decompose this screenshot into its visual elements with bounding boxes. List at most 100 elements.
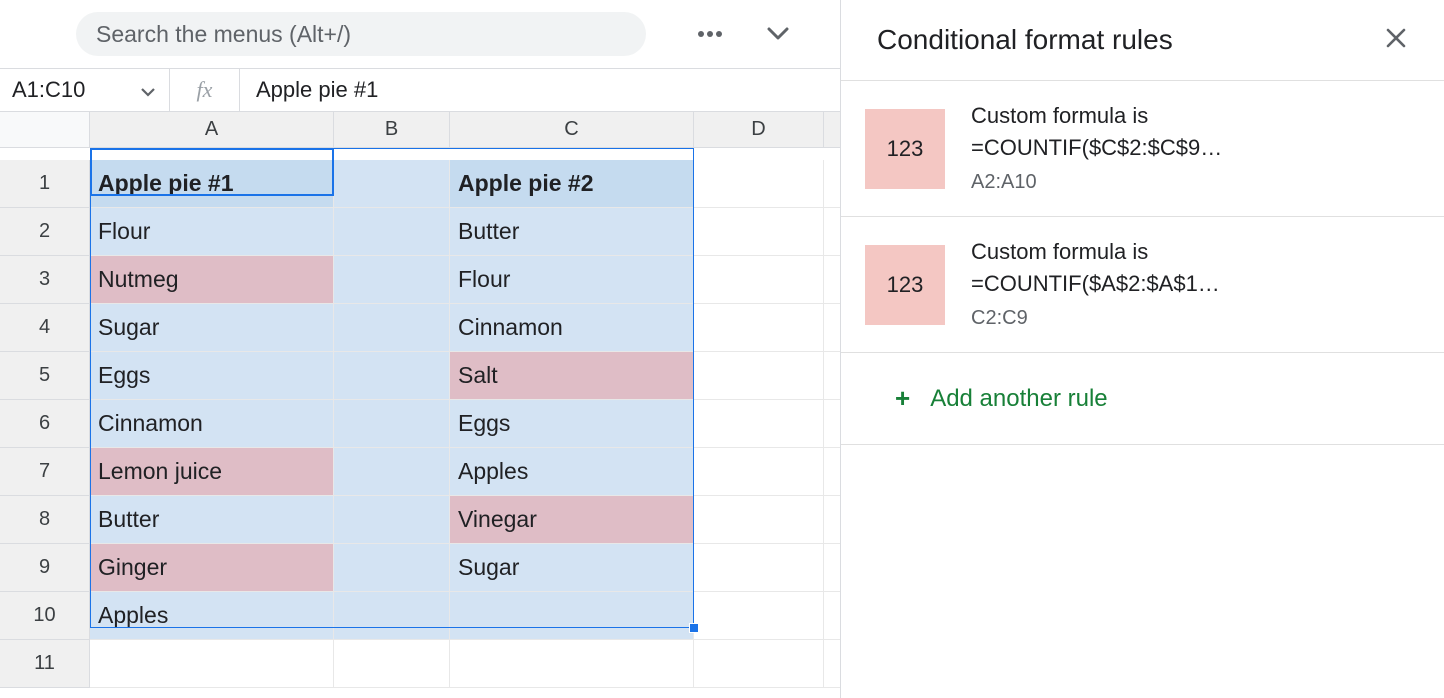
spreadsheet-grid[interactable]: A B C D 1 Apple pie #1 Apple pie #2 2 Fl…: [0, 112, 840, 688]
chevron-down-icon[interactable]: [764, 20, 792, 48]
cell-C9[interactable]: Sugar: [450, 544, 694, 592]
cell-D6[interactable]: [694, 400, 824, 448]
row-header-4[interactable]: 4: [0, 304, 90, 352]
name-box-value: A1:C10: [12, 77, 85, 103]
selection-fill-handle[interactable]: [689, 623, 699, 633]
cell-D1[interactable]: [694, 160, 824, 208]
cell-overflow: [824, 640, 840, 688]
cell-overflow: [824, 544, 840, 592]
cell-A4[interactable]: Sugar: [90, 304, 334, 352]
row-header-5[interactable]: 5: [0, 352, 90, 400]
cell-C5[interactable]: Salt: [450, 352, 694, 400]
cell-C1[interactable]: Apple pie #2: [450, 160, 694, 208]
cell-A5[interactable]: Eggs: [90, 352, 334, 400]
cell-overflow: [824, 496, 840, 544]
cell-B4[interactable]: [334, 304, 450, 352]
cell-overflow: [824, 256, 840, 304]
rule-condition-label: Custom formula is: [971, 239, 1220, 265]
cell-overflow: [824, 352, 840, 400]
cell-D3[interactable]: [694, 256, 824, 304]
rule-preview-swatch: 123: [865, 109, 945, 189]
cell-D11[interactable]: [694, 640, 824, 688]
name-box-chevron-icon[interactable]: [141, 77, 155, 103]
cell-overflow: [824, 304, 840, 352]
cell-A11[interactable]: [90, 640, 334, 688]
cell-overflow: [824, 400, 840, 448]
row-header-6[interactable]: 6: [0, 400, 90, 448]
add-rule-button[interactable]: + Add another rule: [841, 353, 1444, 445]
more-icon[interactable]: [696, 20, 724, 48]
row-header-2[interactable]: 2: [0, 208, 90, 256]
cell-C10[interactable]: [450, 592, 694, 640]
cell-D7[interactable]: [694, 448, 824, 496]
cell-D9[interactable]: [694, 544, 824, 592]
toolbar: Search the menus (Alt+/): [0, 0, 840, 68]
conditional-format-panel: Conditional format rules 123 Custom form…: [841, 0, 1444, 698]
cell-A8[interactable]: Butter: [90, 496, 334, 544]
cell-B10[interactable]: [334, 592, 450, 640]
cell-C11[interactable]: [450, 640, 694, 688]
cell-B1[interactable]: [334, 160, 450, 208]
cell-B3[interactable]: [334, 256, 450, 304]
menu-search-input[interactable]: Search the menus (Alt+/): [76, 12, 646, 56]
cell-B2[interactable]: [334, 208, 450, 256]
cell-overflow: [824, 208, 840, 256]
rule-range: C2:C9: [971, 307, 1220, 330]
row-header-9[interactable]: 9: [0, 544, 90, 592]
cell-C3[interactable]: Flour: [450, 256, 694, 304]
col-header-A[interactable]: A: [90, 112, 334, 148]
cell-B6[interactable]: [334, 400, 450, 448]
plus-icon: +: [895, 383, 910, 414]
rule-preview-swatch: 123: [865, 245, 945, 325]
cell-B7[interactable]: [334, 448, 450, 496]
row-header-1[interactable]: 1: [0, 160, 90, 208]
cell-overflow: [824, 448, 840, 496]
col-header-C[interactable]: C: [450, 112, 694, 148]
row-header-10[interactable]: 10: [0, 592, 90, 640]
cell-C8[interactable]: Vinegar: [450, 496, 694, 544]
cell-B8[interactable]: [334, 496, 450, 544]
row-header-8[interactable]: 8: [0, 496, 90, 544]
cell-C7[interactable]: Apples: [450, 448, 694, 496]
cell-D5[interactable]: [694, 352, 824, 400]
cell-D2[interactable]: [694, 208, 824, 256]
format-rule-item[interactable]: 123 Custom formula is =COUNTIF($C$2:$C$9…: [841, 81, 1444, 217]
row-header-7[interactable]: 7: [0, 448, 90, 496]
cell-D4[interactable]: [694, 304, 824, 352]
cell-A1[interactable]: Apple pie #1: [90, 160, 334, 208]
formula-input[interactable]: Apple pie #1: [240, 77, 378, 103]
cell-overflow: [824, 160, 840, 208]
row-header-11[interactable]: 11: [0, 640, 90, 688]
rule-formula: =COUNTIF($A$2:$A$1…: [971, 271, 1220, 297]
cell-D10[interactable]: [694, 592, 824, 640]
format-rule-item[interactable]: 123 Custom formula is =COUNTIF($A$2:$A$1…: [841, 217, 1444, 353]
col-header-B[interactable]: B: [334, 112, 450, 148]
row-header-3[interactable]: 3: [0, 256, 90, 304]
col-header-D[interactable]: D: [694, 112, 824, 148]
cell-D8[interactable]: [694, 496, 824, 544]
cell-B5[interactable]: [334, 352, 450, 400]
close-panel-button[interactable]: [1384, 26, 1408, 55]
cell-A3[interactable]: Nutmeg: [90, 256, 334, 304]
cell-B9[interactable]: [334, 544, 450, 592]
cell-A9[interactable]: Ginger: [90, 544, 334, 592]
rule-range: A2:A10: [971, 171, 1222, 194]
name-box[interactable]: A1:C10: [0, 69, 170, 111]
cell-C6[interactable]: Eggs: [450, 400, 694, 448]
fx-icon: fx: [170, 69, 240, 111]
cell-C4[interactable]: Cinnamon: [450, 304, 694, 352]
rule-formula: =COUNTIF($C$2:$C$9…: [971, 135, 1222, 161]
cell-A7[interactable]: Lemon juice: [90, 448, 334, 496]
cell-A6[interactable]: Cinnamon: [90, 400, 334, 448]
select-all-corner[interactable]: [0, 112, 90, 148]
rule-condition-label: Custom formula is: [971, 103, 1222, 129]
panel-title: Conditional format rules: [877, 24, 1173, 56]
add-rule-label: Add another rule: [930, 385, 1107, 413]
cell-A2[interactable]: Flour: [90, 208, 334, 256]
cell-B11[interactable]: [334, 640, 450, 688]
formula-bar: A1:C10 fx Apple pie #1: [0, 68, 840, 112]
col-header-overflow: [824, 112, 840, 148]
cell-overflow: [824, 592, 840, 640]
cell-C2[interactable]: Butter: [450, 208, 694, 256]
cell-A10[interactable]: Apples: [90, 592, 334, 640]
